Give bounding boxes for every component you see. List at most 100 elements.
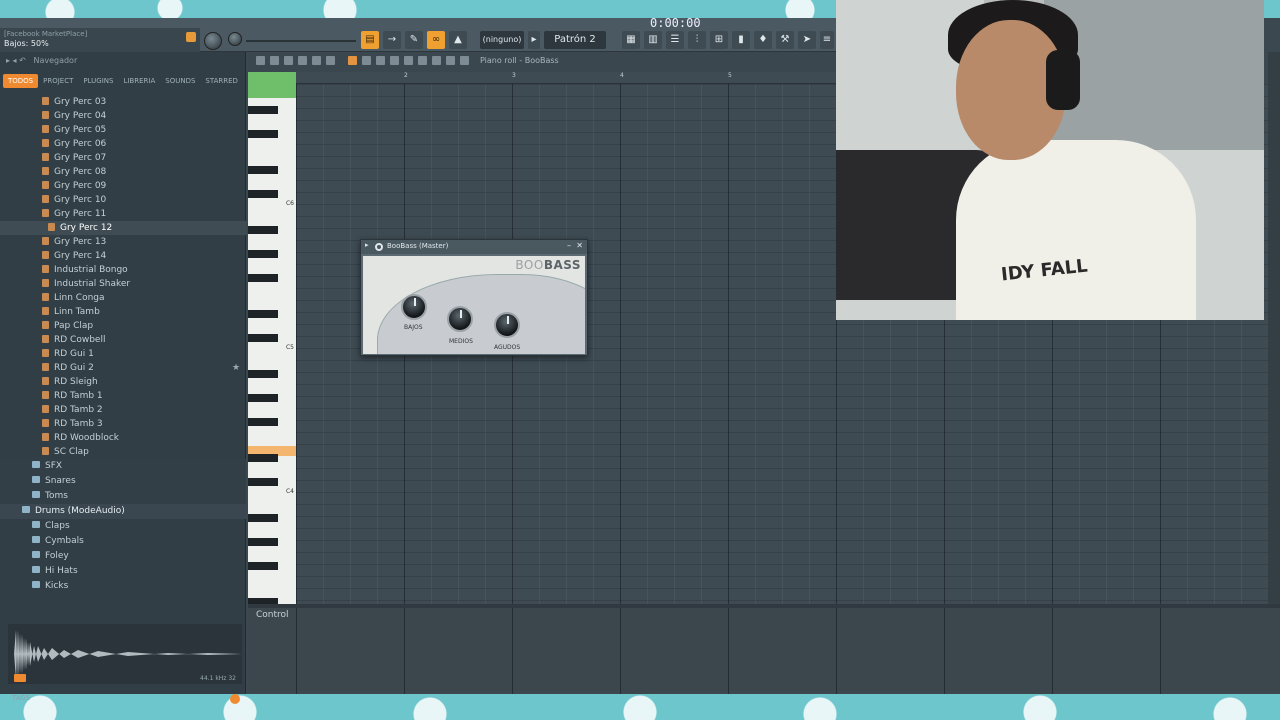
mixer-icon[interactable]: ⫶: [688, 31, 706, 49]
list-item[interactable]: Gry Perc 07: [0, 151, 246, 165]
list-item[interactable]: Gry Perc 14: [0, 249, 246, 263]
list-item[interactable]: Industrial Bongo: [0, 263, 246, 277]
control-lane[interactable]: Control: [248, 608, 1280, 694]
browser-icon[interactable]: ⊞: [710, 31, 728, 49]
snap-icon[interactable]: [270, 56, 279, 65]
list-item[interactable]: RD Gui 2 ★: [0, 361, 246, 375]
channel-rack-icon[interactable]: ☰: [666, 31, 684, 49]
arrow-right-icon[interactable]: →: [383, 31, 401, 49]
mic-icon[interactable]: ♦: [754, 31, 772, 49]
folder-item[interactable]: Snares: [0, 474, 246, 489]
bass-knob[interactable]: [401, 294, 427, 320]
black-key[interactable]: [248, 274, 278, 282]
black-key[interactable]: [248, 514, 278, 522]
mid-knob[interactable]: [447, 306, 473, 332]
gear-icon[interactable]: [375, 243, 383, 251]
waveform-preview[interactable]: 44.1 kHz 32: [8, 624, 242, 684]
black-key[interactable]: [248, 130, 278, 138]
list-item[interactable]: Gry Perc 08: [0, 165, 246, 179]
folder-item[interactable]: Toms: [0, 489, 246, 504]
select-tool-icon[interactable]: [432, 56, 441, 65]
prev-pattern-icon[interactable]: ▸: [528, 31, 540, 49]
plugin-icon[interactable]: ▮: [732, 31, 750, 49]
list-item[interactable]: RD Tamb 3: [0, 417, 246, 431]
list-item[interactable]: RD Cowbell: [0, 333, 246, 347]
close-icon[interactable]: ✕: [576, 241, 583, 250]
undo-icon[interactable]: [326, 56, 335, 65]
piano-keyboard[interactable]: C6 C5 C4: [248, 98, 296, 606]
list-item[interactable]: Gry Perc 10: [0, 193, 246, 207]
piano-roll-icon[interactable]: ▥: [644, 31, 662, 49]
black-key[interactable]: [248, 538, 278, 546]
black-key[interactable]: [248, 454, 278, 462]
playback-tool-icon[interactable]: [460, 56, 469, 65]
tab-project[interactable]: PROJECT: [38, 74, 78, 88]
list-item[interactable]: Gry Perc 05: [0, 123, 246, 137]
list-item[interactable]: Linn Conga: [0, 291, 246, 305]
wrench-icon[interactable]: ⚒: [776, 31, 794, 49]
folder-item[interactable]: Cymbals: [0, 534, 246, 549]
timeline-ruler[interactable]: 2 3 4 5: [296, 72, 836, 84]
control-label[interactable]: Control: [256, 610, 289, 620]
vertical-scrollbar[interactable]: [1268, 52, 1280, 612]
black-key[interactable]: [248, 310, 278, 318]
list-item[interactable]: Gry Perc 09: [0, 179, 246, 193]
expand-arrow-icon[interactable]: ▸: [365, 241, 369, 249]
folder-section[interactable]: Drums (ModeAudio): [0, 504, 246, 519]
folder-item[interactable]: Foley: [0, 549, 246, 564]
slip-tool-icon[interactable]: [404, 56, 413, 65]
link-icon[interactable]: ∞: [427, 31, 445, 49]
folder-item[interactable]: Hi Hats: [0, 564, 246, 579]
list-item[interactable]: RD Tamb 2: [0, 403, 246, 417]
boobass-titlebar[interactable]: ▸ BooBass (Master) – ✕: [361, 240, 587, 254]
black-key[interactable]: [248, 418, 278, 426]
pattern-name[interactable]: Patrón 2: [544, 31, 606, 49]
play-toggle-icon[interactable]: [298, 56, 307, 65]
metronome-icon[interactable]: ▲: [449, 31, 467, 49]
treble-knob[interactable]: [494, 312, 520, 338]
piano-icon[interactable]: ▤: [361, 31, 379, 49]
list-item[interactable]: Gry Perc 13: [0, 235, 246, 249]
tab-plugins[interactable]: PLUGINS: [78, 74, 118, 88]
black-key[interactable]: [248, 562, 278, 570]
tab-all[interactable]: TODOS: [3, 74, 39, 88]
list-item[interactable]: Gry Perc 06: [0, 137, 246, 151]
delete-tool-icon[interactable]: [376, 56, 385, 65]
minimize-icon[interactable]: –: [567, 241, 571, 250]
export-icon[interactable]: ➤: [798, 31, 816, 49]
list-item[interactable]: Pap Clap: [0, 319, 246, 333]
list-item[interactable]: Linn Tamb: [0, 305, 246, 319]
black-key[interactable]: [248, 334, 278, 342]
master-slider[interactable]: [246, 40, 356, 42]
list-item[interactable]: RD Tamb 1: [0, 389, 246, 403]
tab-sounds[interactable]: SOUNDS: [160, 74, 200, 88]
folder-item[interactable]: Claps: [0, 519, 246, 534]
star-icon[interactable]: ★: [232, 361, 240, 375]
folder-item[interactable]: SFX: [0, 459, 246, 474]
stamp-icon[interactable]: [312, 56, 321, 65]
list-item[interactable]: SC Clap: [0, 445, 246, 459]
black-key[interactable]: [248, 106, 278, 114]
nav-arrows-icon[interactable]: ▸ ◂ ↶: [6, 56, 31, 65]
play-icon[interactable]: [14, 674, 26, 682]
black-key[interactable]: [248, 478, 278, 486]
magnet-icon[interactable]: [284, 56, 293, 65]
pencil-icon[interactable]: ✎: [405, 31, 423, 49]
black-key[interactable]: [248, 370, 278, 378]
slice-tool-icon[interactable]: [418, 56, 427, 65]
list-item[interactable]: Gry Perc 04: [0, 109, 246, 123]
black-key[interactable]: [248, 166, 278, 174]
brush-tool-icon[interactable]: [362, 56, 371, 65]
list-item[interactable]: RD Woodblock: [0, 431, 246, 445]
tab-library[interactable]: LIBRERIA: [118, 74, 160, 88]
list-item[interactable]: RD Sleigh: [0, 375, 246, 389]
tab-starred[interactable]: STARRED: [200, 74, 243, 88]
list-item[interactable]: Gry Perc 11: [0, 207, 246, 221]
black-key[interactable]: [248, 394, 278, 402]
arrow-icon[interactable]: [256, 56, 265, 65]
black-key[interactable]: [248, 190, 278, 198]
list-item[interactable]: Gry Perc 03: [0, 95, 246, 109]
list-item[interactable]: RD Gui 1: [0, 347, 246, 361]
pencil-tool-icon[interactable]: [348, 56, 357, 65]
list-item-selected[interactable]: Gry Perc 12: [0, 221, 246, 235]
